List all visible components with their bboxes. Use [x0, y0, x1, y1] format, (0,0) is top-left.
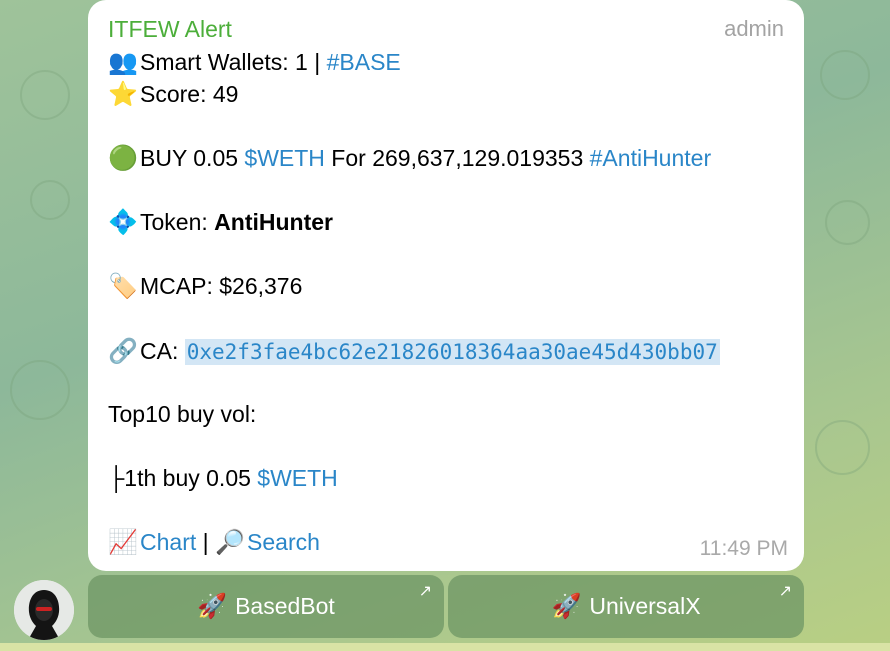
buy-amount-text: For 269,637,129.019353 — [324, 145, 590, 171]
contract-address-code[interactable]: 0xe2f3fae4bc62e21826018364aa30ae45d430bb… — [184, 339, 720, 365]
token-label: Token: — [140, 209, 215, 235]
top10-label: Top10 buy vol: — [108, 401, 257, 427]
score-text: Score: 49 — [140, 81, 239, 107]
external-link-arrow-icon: ↗ — [778, 583, 792, 600]
chart-icon: 📈 — [108, 529, 138, 556]
sender-avatar[interactable] — [14, 580, 74, 640]
admin-badge: admin — [724, 16, 784, 41]
weth-cashtag-link[interactable]: $WETH — [244, 145, 325, 171]
token-line: 💠Token: AntiHunter — [108, 207, 333, 238]
universalx-button[interactable]: 🚀 UniversalX ↗ — [448, 575, 804, 638]
smart-wallets-line: 👥Smart Wallets: 1 | #BASE — [108, 47, 401, 78]
diamond-icon: 💠 — [108, 209, 138, 236]
weth-cashtag-link-2[interactable]: $WETH — [257, 465, 338, 491]
base-hashtag-link[interactable]: #BASE — [327, 49, 401, 75]
search-link[interactable]: Search — [247, 529, 320, 555]
basedbot-button[interactable]: 🚀 BasedBot ↗ — [88, 575, 444, 638]
ca-label: CA: — [140, 338, 185, 364]
star-icon: ⭐ — [108, 81, 138, 108]
external-link-arrow-icon: ↗ — [418, 583, 432, 600]
green-circle-icon: 🟢 — [108, 145, 138, 172]
top-buy-text: ├1th buy 0.05 — [108, 465, 258, 491]
wallets-text: Smart Wallets: 1 | — [140, 49, 327, 75]
background-doodle — [20, 70, 70, 120]
rocket-icon: 🚀 — [551, 593, 582, 620]
background-doodle — [30, 180, 70, 220]
token-name: AntiHunter — [214, 209, 333, 235]
buy-prefix-text: BUY 0.05 — [140, 145, 245, 171]
background-doodle — [825, 200, 870, 245]
link-separator: | — [196, 529, 216, 555]
people-icon: 👥 — [108, 49, 138, 76]
rocket-icon: 🚀 — [197, 593, 228, 620]
hooded-figure-icon — [14, 580, 74, 640]
mcap-line: 🏷️MCAP: $26,376 — [108, 271, 302, 302]
universalx-button-label: UniversalX — [589, 593, 701, 619]
contract-address-line: 🔗CA: 0xe2f3fae4bc62e21826018364aa30ae45d… — [108, 336, 720, 367]
antihunter-hashtag-link[interactable]: #AntiHunter — [590, 145, 711, 171]
magnifier-icon: 🔎 — [215, 529, 245, 556]
background-doodle — [10, 360, 70, 420]
chart-link[interactable]: Chart — [140, 529, 196, 555]
sender-name[interactable]: ITFEW Alert — [108, 14, 232, 44]
background-doodle — [815, 420, 870, 475]
basedbot-button-label: BasedBot — [235, 593, 335, 619]
message-timestamp: 11:49 PM — [699, 537, 788, 560]
tag-icon: 🏷️ — [108, 273, 138, 300]
link-chain-icon: 🔗 — [108, 338, 138, 365]
mcap-text: MCAP: $26,376 — [140, 273, 303, 299]
buy-line: 🟢BUY 0.05 $WETH For 269,637,129.019353 #… — [108, 143, 711, 174]
links-line: 📈Chart | 🔎Search — [108, 527, 320, 558]
background-doodle — [820, 50, 870, 100]
bottom-strip — [0, 643, 890, 651]
score-line: ⭐Score: 49 — [108, 79, 238, 110]
top-buy-line: ├1th buy 0.05 $WETH — [108, 463, 338, 493]
message-bubble: ITFEW Alert admin 👥Smart Wallets: 1 | #B… — [88, 0, 804, 571]
